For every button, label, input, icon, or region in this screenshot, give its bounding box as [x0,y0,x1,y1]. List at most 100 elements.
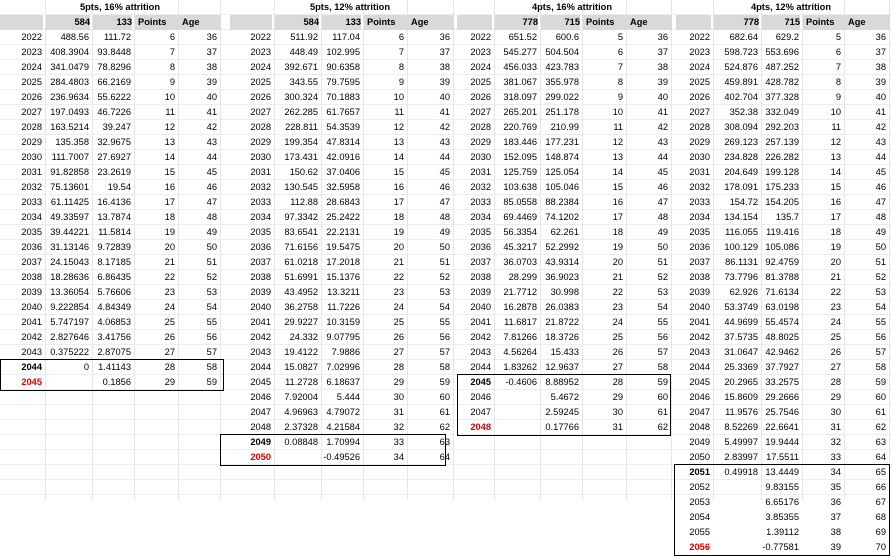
value-cell: 40 [206,92,217,102]
table-row: 2044 15.0827 7.02996 28 58 [230,360,457,375]
value-cell: 50 [206,242,217,252]
value-cell: 54 [657,302,668,312]
value-cell: 5.49997 [724,437,758,447]
value-cell: 100.129 [724,242,758,252]
value-cell: 262.285 [284,107,318,117]
value-cell [46,375,89,390]
value-cell: 48 [657,212,668,222]
table-row: 2041 29.9227 10.3159 25 55 [230,315,457,330]
value-cell: 47 [875,197,886,207]
column-header: 778 [714,15,759,30]
value-cell: 598.723 [724,47,758,57]
table-row: 2045 0.1856 29 59 [0,375,230,390]
value-cell: 19 [393,227,404,237]
value-cell: 332.049 [765,107,799,117]
value-cell: 59 [875,377,886,387]
value-cell: 423.783 [545,62,579,72]
table-row: 2045 20.2965 33.2575 28 59 [676,375,892,390]
value-cell: 24 [164,302,175,312]
year-cell: 2033 [250,197,271,207]
value-cell: 97.3342 [284,212,318,222]
value-cell: 23 [612,302,623,312]
value-cell: 9.72839 [97,242,131,252]
value-cell: 45.3217 [503,242,537,252]
value-cell: 13.4449 [765,467,799,477]
value-cell: 25.7546 [765,407,799,417]
value-cell: 2.87075 [97,347,131,357]
value-cell: 36.2758 [284,302,318,312]
table-row: 2023 598.723 553.696 6 37 [676,45,892,60]
value-cell: 197.0493 [50,107,89,117]
value-cell: 308.094 [724,122,758,132]
table-row: 2040 9.222854 4.84349 24 54 [0,300,230,315]
year-cell: 2025 [21,77,42,87]
value-cell: 37 [830,512,841,522]
value-cell: 40 [439,92,450,102]
value-cell: 31 [612,422,623,432]
value-cell: 8 [835,77,841,87]
value-cell: 11.5814 [98,227,131,237]
year-cell: 2042 [21,332,42,342]
value-cell: 22 [393,272,404,282]
table-row: 2034 97.3342 25.2422 18 48 [230,210,457,225]
value-cell: 51 [875,257,886,267]
value-cell: 37.7927 [765,362,799,372]
table-row: 2030 111.7007 27.6927 14 44 [0,150,230,165]
year-cell: 2032 [689,182,710,192]
value-cell: 29.9227 [284,317,318,327]
value-cell: 17 [830,212,841,222]
value-cell: 40 [875,92,886,102]
value-cell: 177.231 [545,137,579,147]
value-cell: 43.4952 [284,287,318,297]
value-cell: 105.086 [765,242,799,252]
value-cell: 46 [206,182,217,192]
table-row: 2039 43.4952 13.3211 23 53 [230,285,457,300]
value-cell: 25 [612,332,623,342]
value-cell: 25.3369 [724,362,758,372]
value-cell: 53 [875,287,886,297]
value-cell: 43.9314 [545,257,579,267]
value-cell: 116.055 [725,227,758,237]
value-cell: 119.416 [766,227,799,237]
value-cell: 64 [875,452,886,462]
value-cell: 25 [393,317,404,327]
value-cell: 49 [439,227,450,237]
value-cell: 43 [875,137,886,147]
value-cell: 448.49 [289,47,318,57]
column-header: Points [364,15,408,30]
value-cell: 58 [875,362,886,372]
value-cell: 553.696 [765,47,799,57]
value-cell: 36 [875,32,886,42]
value-cell: 234.828 [724,152,758,162]
value-cell: 39 [875,77,886,87]
value-cell: 45 [657,167,668,177]
value-cell: 9 [835,92,841,102]
year-cell: 2043 [470,347,491,357]
value-cell: 0 [83,362,89,372]
value-cell: 600.6 [555,32,579,42]
table-row: 2038 73.7796 81.3788 21 52 [676,270,892,285]
value-cell: 24 [393,302,404,312]
value-cell: 15 [164,167,175,177]
value-cell: 78.8296 [97,62,131,72]
value-cell: 19.4122 [284,347,318,357]
value-cell: 86.1131 [725,257,758,267]
value-cell: 69 [875,527,886,537]
value-cell: 61 [439,407,450,417]
table-row: 2034 134.154 135.7 17 48 [676,210,892,225]
value-cell: 10 [612,107,623,117]
value-cell: 11 [613,122,623,132]
value-cell: 27 [830,362,841,372]
table-row: 2043 0.375222 2.87075 27 57 [0,345,230,360]
value-cell: 7 [169,47,175,57]
column-header: 133 [93,15,132,30]
value-cell: 37.0406 [326,167,360,177]
value-cell: 7 [617,62,623,72]
year-cell: 2046 [250,392,271,402]
year-cell: 2037 [21,257,42,267]
table-row: 2022 511.92 117.04 6 36 [230,30,457,45]
table-row: 2028 228.811 54.3539 12 42 [230,120,457,135]
value-cell: 24.332 [289,332,318,342]
year-cell: 2034 [250,212,271,222]
value-cell: 1.41143 [98,362,131,372]
